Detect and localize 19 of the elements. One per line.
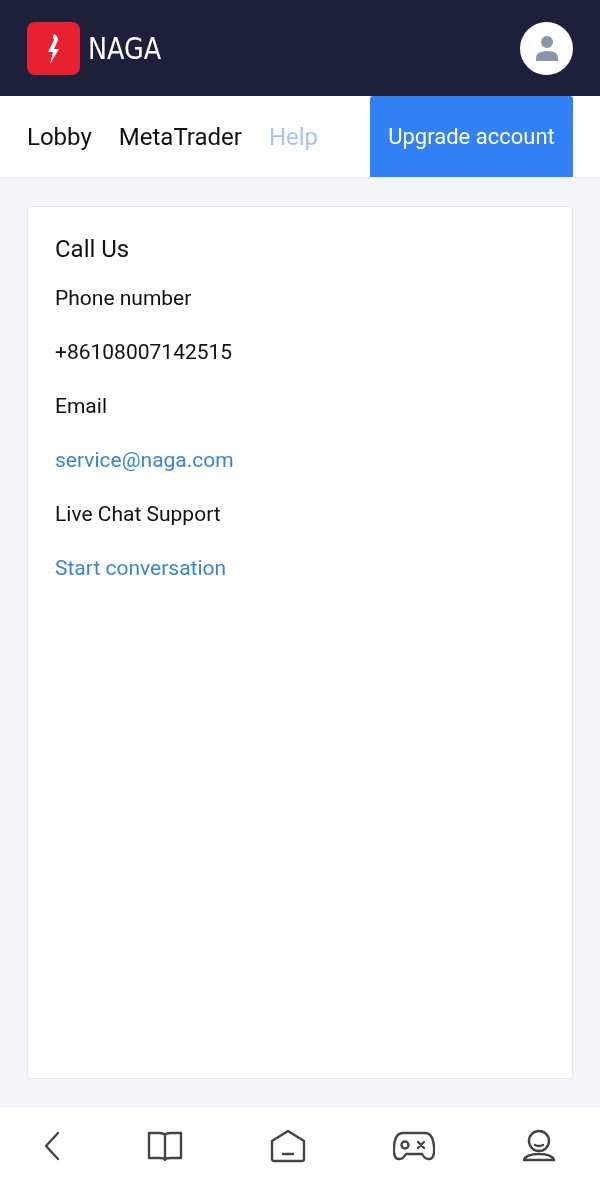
field-label: Email [55,393,108,420]
nav-tab[interactable]: Lobby [27,122,92,151]
back-icon[interactable] [43,1131,60,1161]
card-title: Call Us [55,234,131,264]
nav-tab[interactable]: MetaTrader [118,122,242,151]
logo-text: NAGA [88,30,162,66]
field-label: Phone number [55,285,193,312]
field-label: Live Chat Support [55,501,222,528]
gamepad-icon[interactable] [393,1130,436,1162]
user-icon [534,35,559,61]
contact-link[interactable]: Start conversation [55,554,227,582]
field-value: +86108007142515 [55,339,234,366]
upgrade-account-button[interactable]: Upgrade account [370,96,573,177]
avatar-button[interactable] [520,21,573,75]
logo-icon [27,21,80,75]
profile-icon[interactable] [522,1129,557,1163]
contact-link[interactable]: service@naga.com [55,446,234,474]
home-icon[interactable] [269,1129,306,1163]
book-icon[interactable] [146,1130,183,1162]
